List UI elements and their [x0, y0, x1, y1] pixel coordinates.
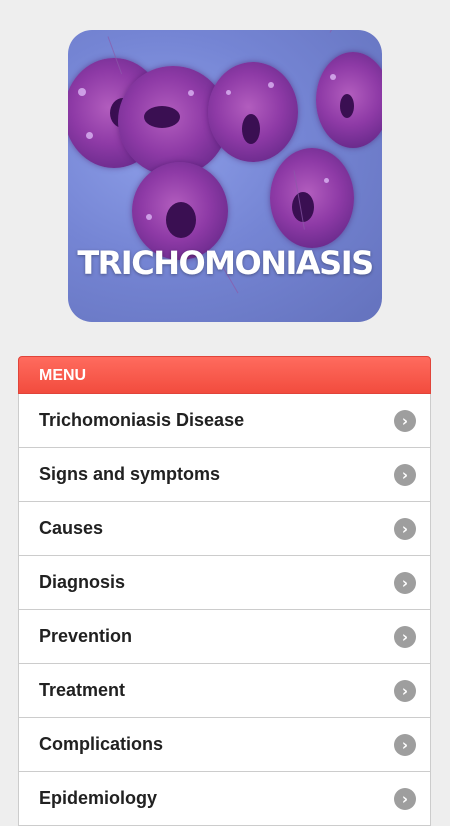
menu-item-label: Complications	[39, 734, 164, 754]
banner-title: TRICHOMONIASIS	[77, 244, 374, 282]
chevron-right-circle-icon: ›	[394, 788, 416, 810]
menu-item-complications[interactable]: Complications ›	[18, 718, 431, 772]
menu-item-label: Signs and symptoms	[39, 464, 221, 484]
chevron-right-circle-icon: ›	[394, 410, 416, 432]
menu-header: MENU	[18, 356, 431, 394]
chevron-right-circle-icon: ›	[394, 734, 416, 756]
parasite-cell	[316, 52, 382, 148]
menu-item-label: Treatment	[39, 680, 126, 700]
app-banner-image: TRICHOMONIASIS	[68, 30, 382, 322]
chevron-right-circle-icon: ›	[394, 464, 416, 486]
menu-item-trichomoniasis-disease[interactable]: Trichomoniasis Disease ›	[18, 394, 431, 448]
menu-item-label: Trichomoniasis Disease	[39, 410, 245, 430]
menu-item-label: Epidemiology	[39, 788, 158, 808]
menu-item-diagnosis[interactable]: Diagnosis ›	[18, 556, 431, 610]
main-menu: MENU Trichomoniasis Disease › Signs and …	[18, 356, 431, 826]
chevron-right-circle-icon: ›	[394, 572, 416, 594]
menu-item-signs-and-symptoms[interactable]: Signs and symptoms ›	[18, 448, 431, 502]
menu-item-label: Causes	[39, 518, 104, 538]
menu-item-treatment[interactable]: Treatment ›	[18, 664, 431, 718]
menu-item-epidemiology[interactable]: Epidemiology ›	[18, 772, 431, 826]
menu-item-causes[interactable]: Causes ›	[18, 502, 431, 556]
parasite-cell	[208, 62, 298, 162]
menu-item-prevention[interactable]: Prevention ›	[18, 610, 431, 664]
menu-item-label: Prevention	[39, 626, 133, 646]
chevron-right-circle-icon: ›	[394, 626, 416, 648]
menu-item-label: Diagnosis	[39, 572, 126, 592]
parasite-cell	[270, 148, 354, 248]
chevron-right-circle-icon: ›	[394, 518, 416, 540]
chevron-right-circle-icon: ›	[394, 680, 416, 702]
